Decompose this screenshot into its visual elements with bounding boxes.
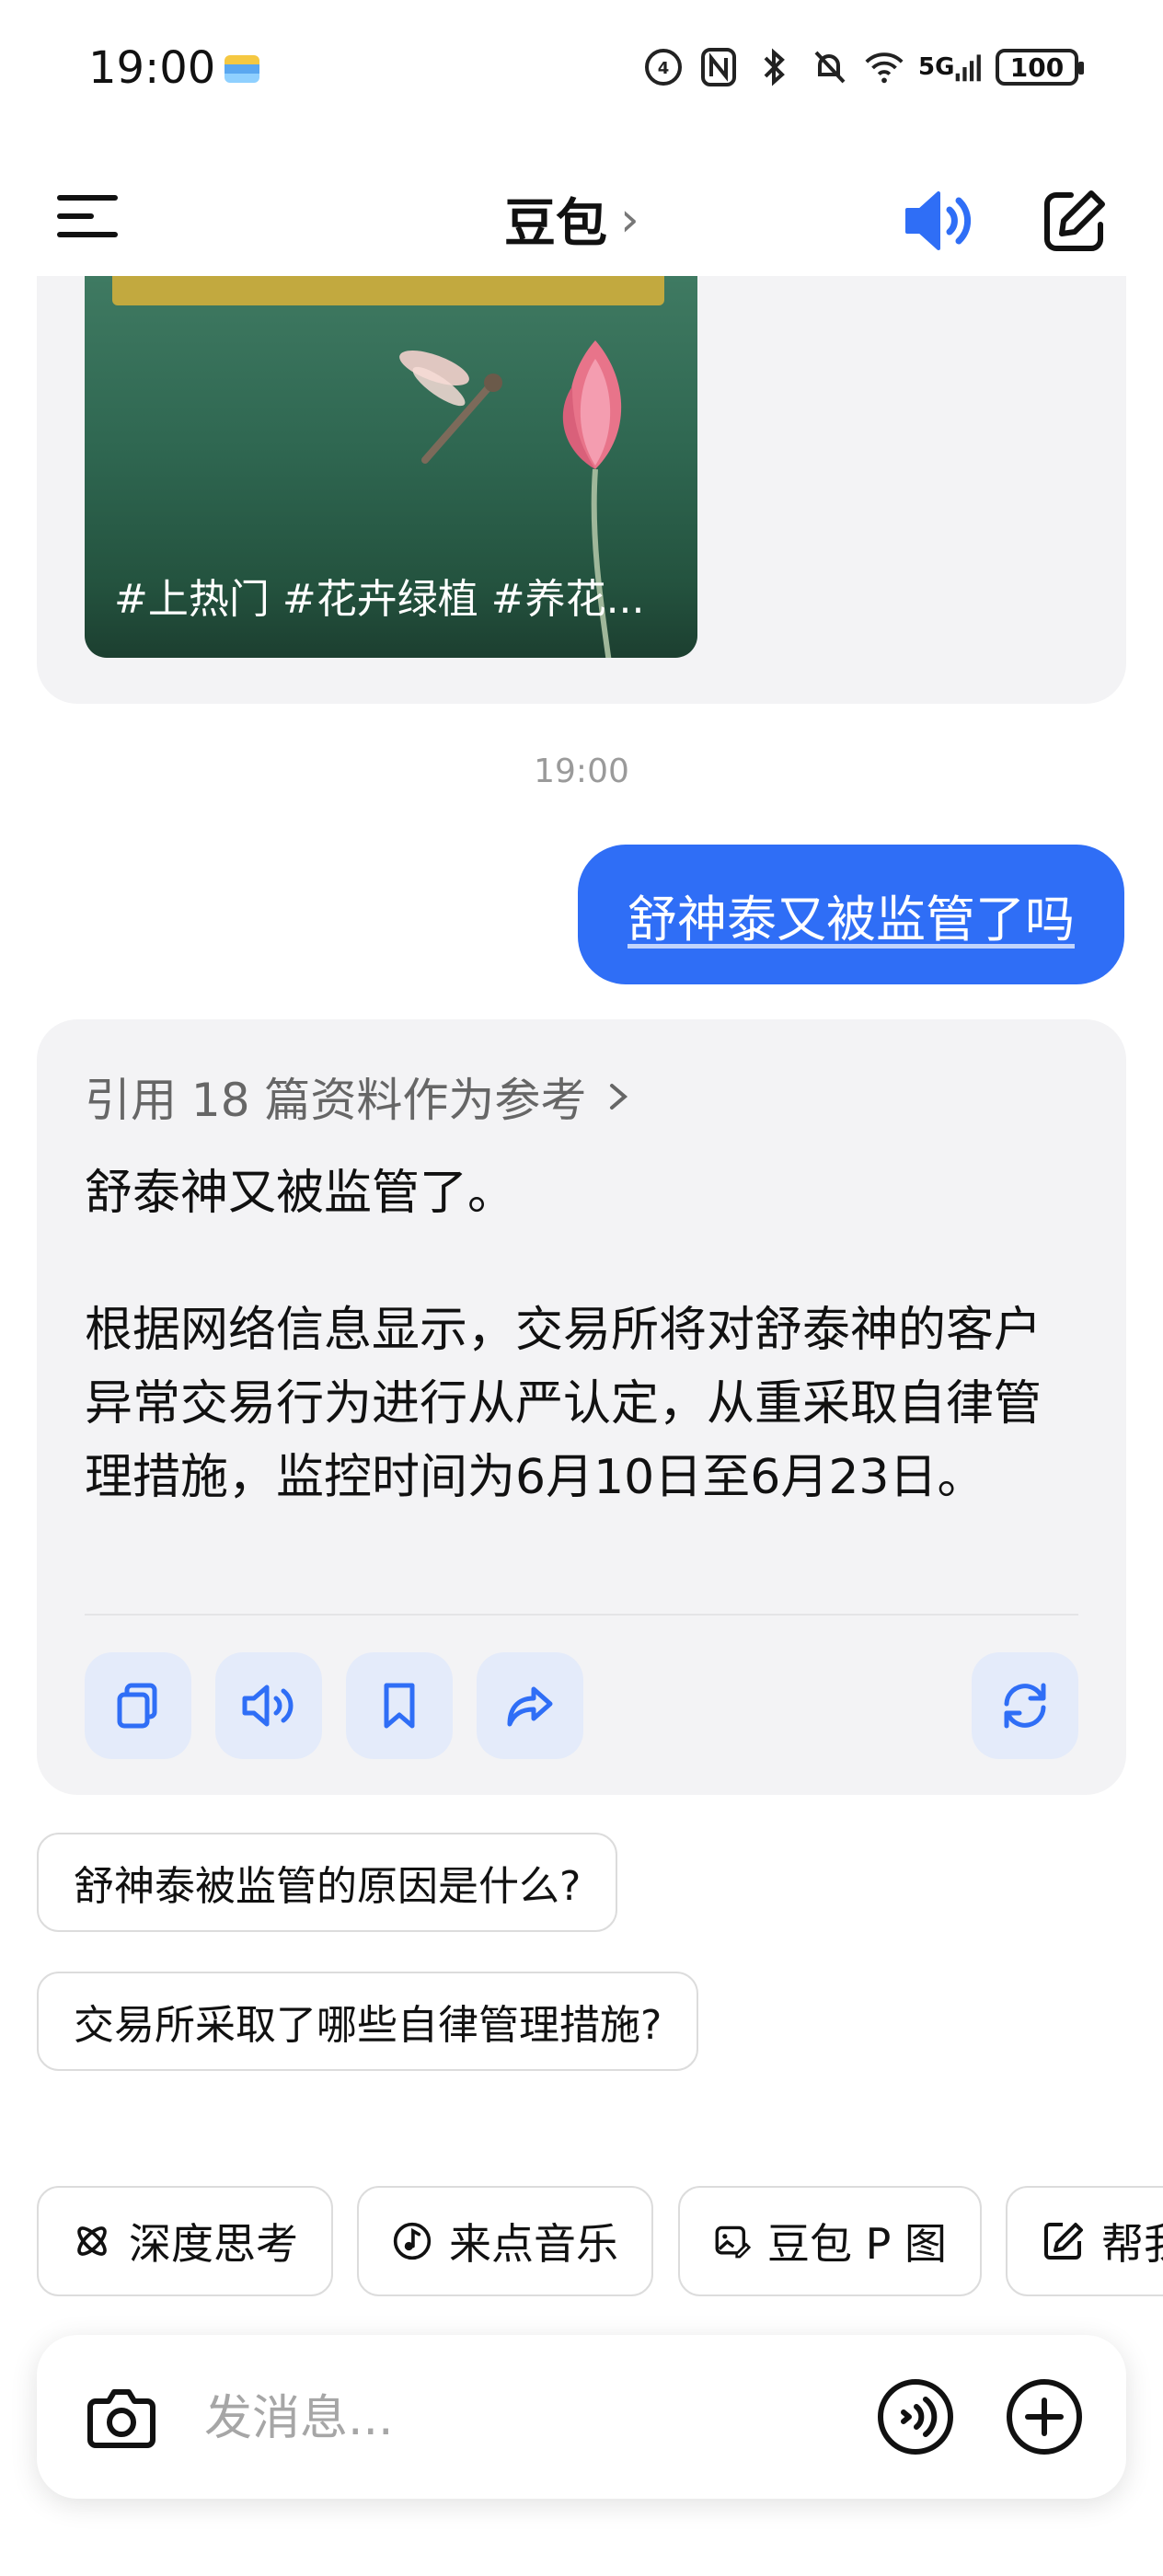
chat-title-button[interactable]: 豆包 › xyxy=(504,182,639,257)
cellular-signal-icon: 5G xyxy=(918,46,983,88)
suggestion-text: 交易所采取了哪些自律管理措施? xyxy=(74,2002,662,2049)
quick-action-write[interactable]: 帮我写作 xyxy=(1006,2186,1163,2296)
battery-level: 100 xyxy=(1009,52,1065,83)
share-button[interactable] xyxy=(477,1652,583,1759)
dragonfly-image xyxy=(399,351,502,464)
video-tags: #上热门 #花卉绿植 #养花... xyxy=(114,576,645,623)
voice-wave-icon xyxy=(878,2379,953,2455)
quick-action-label: 深度思考 xyxy=(129,2219,298,2269)
status-bar: 19:00 4 5G 100 xyxy=(0,0,1163,138)
user-message-text: 舒神泰又被监管了吗 xyxy=(628,890,1075,949)
speaker-toggle-button[interactable] xyxy=(902,184,975,258)
music-note-icon xyxy=(393,2222,432,2260)
read-aloud-button[interactable] xyxy=(215,1652,322,1759)
message-timestamp: 19:00 xyxy=(534,753,629,790)
suggestion-chip[interactable]: 舒神泰被监管的原因是什么? xyxy=(37,1833,618,1932)
references-text: 引用 18 篇资料作为参考 xyxy=(85,1074,587,1127)
camera-button[interactable] xyxy=(83,2379,160,2456)
quick-action-deep-think[interactable]: 深度思考 xyxy=(37,2186,333,2296)
quick-action-p-image[interactable]: 豆包 P 图 xyxy=(678,2186,982,2296)
suggestion-chip[interactable]: 交易所采取了哪些自律管理措施? xyxy=(37,1972,699,2071)
menu-button[interactable] xyxy=(57,193,121,239)
image-edit-icon xyxy=(715,2225,752,2259)
ai-reply-paragraph: 舒泰神又被监管了。 xyxy=(85,1166,516,1221)
mute-bell-icon xyxy=(808,46,850,88)
regenerate-button[interactable] xyxy=(972,1652,1078,1759)
voice-call-button[interactable] xyxy=(874,2375,957,2458)
edit-icon xyxy=(1044,190,1105,251)
message-input-bar xyxy=(37,2335,1126,2499)
wifi-icon xyxy=(863,46,905,88)
bluetooth-icon xyxy=(753,46,795,88)
nfc-icon xyxy=(697,46,740,88)
copy-button[interactable] xyxy=(85,1652,191,1759)
video-thumbnail[interactable]: #上热门 #花卉绿植 #养花... xyxy=(85,276,697,658)
refresh-icon xyxy=(1004,1683,1046,1729)
new-chat-button[interactable] xyxy=(1038,184,1111,258)
hd-call-icon: 4 xyxy=(642,46,685,88)
quick-action-music[interactable]: 来点音乐 xyxy=(357,2186,653,2296)
notification-app-icon xyxy=(225,55,259,83)
quick-action-label: 豆包 P 图 xyxy=(767,2219,947,2269)
chevron-right-icon: › xyxy=(620,191,639,247)
quick-action-label: 帮我写作 xyxy=(1101,2219,1163,2269)
previous-message-card: #上热门 #花卉绿植 #养花... xyxy=(37,276,1126,704)
bookmark-icon xyxy=(384,1683,415,1729)
user-message-bubble[interactable]: 舒神泰又被监管了吗 xyxy=(578,845,1124,984)
chevron-right-icon xyxy=(610,1084,628,1110)
video-banner-text xyxy=(112,276,664,305)
status-time: 19:00 xyxy=(88,42,216,94)
quick-actions-row[interactable]: 深度思考 来点音乐 豆包 P 图 帮我写作 xyxy=(37,2186,1163,2296)
svg-text:4: 4 xyxy=(658,59,670,78)
chat-title: 豆包 xyxy=(504,194,607,254)
speaker-icon xyxy=(905,191,972,250)
suggestion-text: 舒神泰被监管的原因是什么? xyxy=(74,1863,582,1910)
share-arrow-icon xyxy=(507,1686,553,1727)
camera-icon xyxy=(87,2389,155,2448)
message-input[interactable] xyxy=(202,2381,850,2456)
ai-reply-card: 引用 18 篇资料作为参考 舒泰神又被监管了。 根据网络信息显示，交易所将对舒泰… xyxy=(37,1019,1126,1795)
battery-icon: 100 xyxy=(996,49,1084,86)
status-icons: 4 5G 100 xyxy=(642,46,1084,88)
plus-circle-icon xyxy=(1007,2379,1082,2455)
quick-action-label: 来点音乐 xyxy=(449,2219,618,2269)
write-icon xyxy=(1044,2223,1083,2260)
ai-reply-paragraph: 根据网络信息显示，交易所将对舒泰神的客户异常交易行为进行从严认定，从重采取自律管… xyxy=(85,1303,1042,1505)
copy-icon xyxy=(117,1683,157,1729)
references-link[interactable]: 引用 18 篇资料作为参考 xyxy=(85,1064,632,1130)
atom-icon xyxy=(77,2226,107,2256)
bookmark-button[interactable] xyxy=(346,1652,453,1759)
more-options-button[interactable] xyxy=(1003,2375,1086,2458)
speaker-icon xyxy=(242,1685,294,1727)
chat-header: 豆包 › xyxy=(0,156,1163,276)
divider xyxy=(85,1614,1078,1616)
network-type: 5G xyxy=(918,53,955,81)
